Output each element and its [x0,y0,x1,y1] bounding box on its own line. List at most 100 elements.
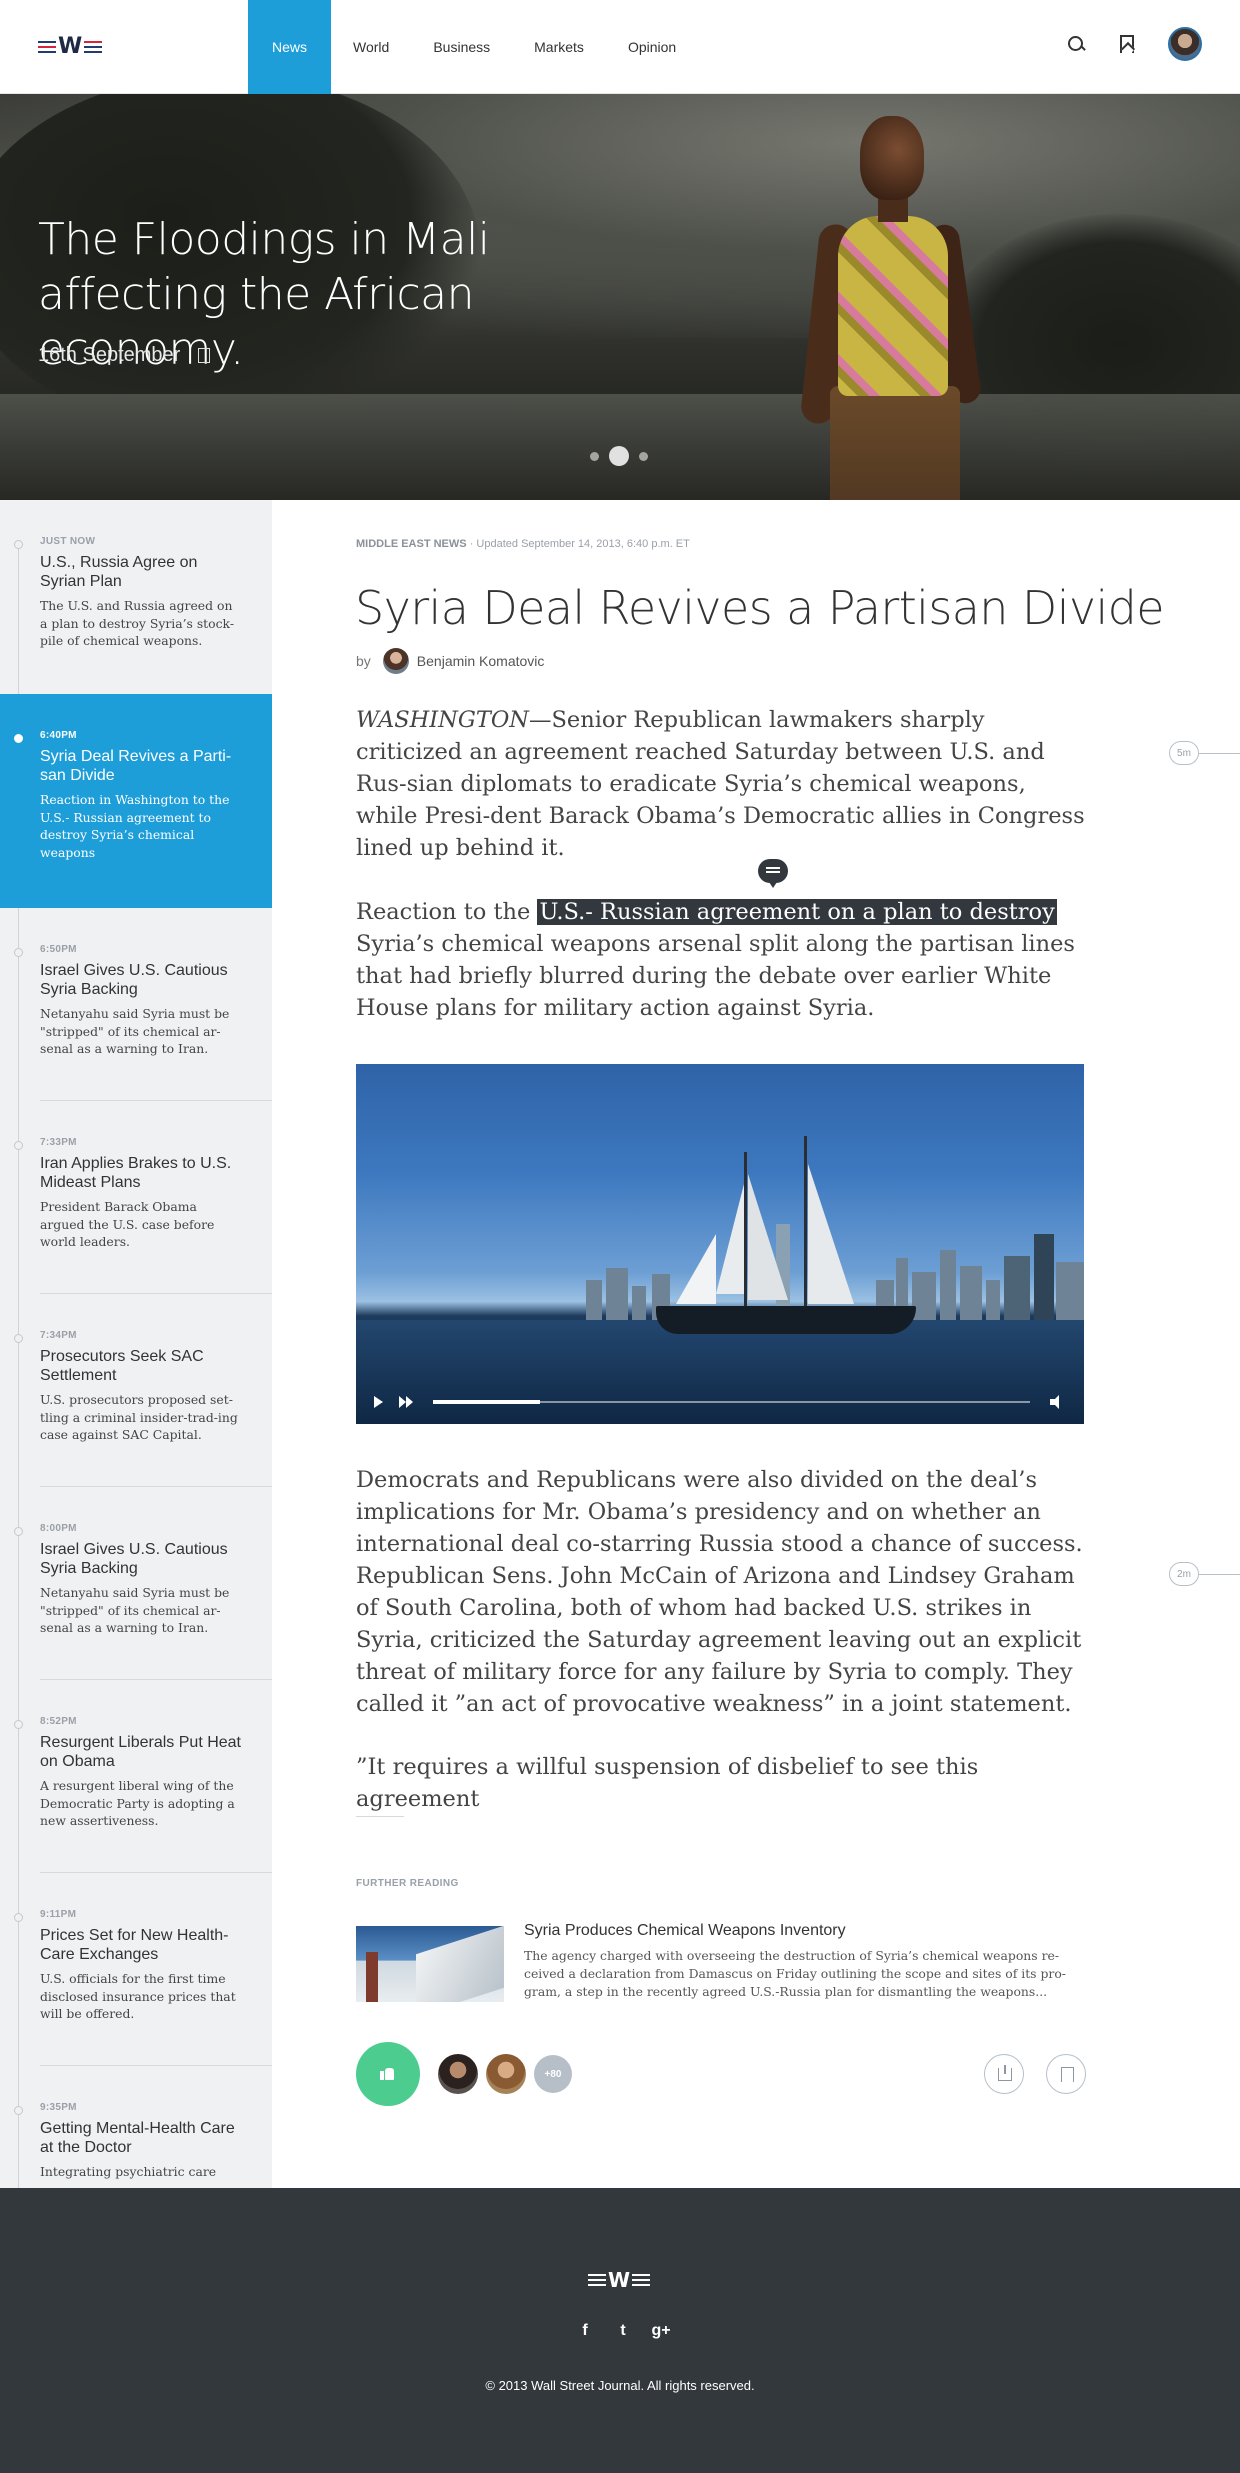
timeline-summary: Netanyahu said Syria must be "stripped" … [40,1006,230,1056]
news-timeline-sidebar: Just now U.S., Russia Agree on Syrian Pl… [0,500,272,2188]
user-avatar[interactable] [1168,27,1202,61]
article-paragraph-3: Democrats and Republicans were also divi… [356,1467,1083,1717]
video-controls [356,1380,1084,1424]
article-paragraph-1: WASHINGTON—Senior Republican lawmakers s… [356,704,1086,864]
timeline-dot [14,2106,23,2115]
paragraph-2-end: Syria’s chemical weapons arsenal split a… [356,931,1075,1021]
tab-opinion[interactable]: Opinion [606,0,698,94]
reading-time-marker: 5m [1169,741,1240,765]
timeline-item[interactable]: 9:35PM Getting Mental-Health Care at the… [0,2066,272,2181]
article-section[interactable]: Middle East News [356,538,467,550]
tab-news[interactable]: News [248,0,332,94]
site-logo[interactable]: W [38,36,104,58]
timeline-item[interactable]: 6:50PM Israel Gives U.S. Cautious Syria … [0,908,272,1058]
volume-icon[interactable] [1050,1395,1066,1409]
tab-world[interactable]: World [331,0,411,94]
timeline-item-active[interactable]: 6:40PM Syria Deal Revives a Parti-san Di… [0,694,272,908]
timeline-dot [14,1913,23,1922]
author-name[interactable]: Benjamin Komatovic [417,653,545,669]
article-paragraph-2: Reaction to the U.S.- Russian agreement … [356,896,1086,1024]
more-likes-badge[interactable]: +80 [534,2055,572,2093]
timeline-dot [14,1527,23,1536]
timeline-summary: Reaction in Washington to the U.S.- Russ… [40,792,230,860]
timeline-headline: Getting Mental-Health Care at the Doctor [40,2120,235,2156]
logo-stripes-left [38,41,56,53]
facebook-icon[interactable]: f [575,2322,595,2340]
byline-label: by [356,653,371,669]
share-icon[interactable] [984,2054,1024,2094]
timeline-summary: President Barack Obama argued the U.S. c… [40,1199,215,1249]
timeline-headline: Syria Deal Revives a Parti-san Divide [40,748,232,784]
hero-carousel[interactable]: The Floodings in Mali affecting the Afri… [0,94,1240,500]
twitter-icon[interactable]: t [613,2322,633,2340]
timeline-headline: U.S., Russia Agree on Syrian Plan [40,554,198,590]
copyright: © 2013 Wall Street Journal. All rights r… [485,2378,755,2393]
timeline-time: 9:35PM [40,2102,77,2113]
avatar[interactable] [438,2054,478,2094]
paragraph-2-start: Reaction to the [356,899,538,925]
timeline-item[interactable]: 8:00PM Israel Gives U.S. Cautious Syria … [0,1487,272,1637]
timeline-dot [14,1334,23,1343]
carousel-dots [590,446,648,466]
video-progress-bar[interactable] [433,1400,1030,1404]
fast-forward-icon[interactable] [399,1396,413,1408]
timeline-dot [14,1720,23,1729]
search-icon[interactable] [1066,34,1086,54]
thumbs-up-icon [380,2068,394,2080]
logo-letter: W [58,34,83,59]
bookmark-icon[interactable] [1120,35,1134,53]
top-navigation-bar: W News World Business Markets Opinion [0,0,1240,94]
timeline-time: 9:11PM [40,1909,77,1920]
main-nav: News World Business Markets Opinion [248,0,698,94]
google-plus-icon[interactable]: g+ [651,2322,671,2340]
timeline-dot [14,540,23,549]
highlighted-text[interactable]: U.S.- Russian agreement on a plan to des… [537,899,1057,925]
footer-logo[interactable]: W [588,2268,651,2292]
article-meta: Middle East News · Updated September 14,… [356,538,690,550]
further-reading-title[interactable]: Syria Produces Chemical Weapons Inventor… [524,1922,846,1940]
timeline-summary: Integrating psychiatric care [40,2164,217,2179]
timeline-time: 7:34PM [40,1330,77,1341]
reading-time-marker: 2m [1169,1562,1240,1586]
carousel-dot-2[interactable] [609,446,629,466]
video-player[interactable] [356,1064,1084,1424]
timeline-item[interactable]: Just now U.S., Russia Agree on Syrian Pl… [0,500,272,650]
timeline-headline: Prosecutors Seek SAC Settlement [40,1348,204,1384]
carousel-dot-1[interactable] [590,451,599,461]
tab-business[interactable]: Business [411,0,512,94]
social-links: f t g+ [575,2322,671,2340]
timeline-item[interactable]: 7:34PM Prosecutors Seek SAC Settlement U… [0,1294,272,1444]
like-button[interactable] [356,2042,420,2106]
timeline-headline: Israel Gives U.S. Cautious Syria Backing [40,962,228,998]
timeline-summary: Netanyahu said Syria must be "stripped" … [40,1585,230,1635]
tab-markets[interactable]: Markets [512,0,606,94]
footer-logo-letter: W [608,2268,631,2292]
play-icon[interactable] [374,1396,383,1408]
avatar[interactable] [486,2054,526,2094]
timeline-item[interactable]: 7:33PM Iran Applies Brakes to U.S. Midea… [0,1101,272,1251]
video-ship-hull [656,1306,916,1334]
meta-separator: · [469,538,474,550]
timeline-time: 8:52PM [40,1716,77,1727]
logo-stripes-right [84,41,103,53]
timeline-item[interactable]: 9:11PM Prices Set for New Health-Care Ex… [0,1873,272,2023]
timeline-headline: Israel Gives U.S. Cautious Syria Backing [40,1541,228,1577]
timeline-time: 7:33PM [40,1137,77,1148]
timeline-headline: Prices Set for New Health-Care Exchanges [40,1927,229,1963]
carousel-dot-3[interactable] [639,451,648,461]
timeline-item[interactable]: 8:52PM Resurgent Liberals Put Heat on Ob… [0,1680,272,1830]
byline: by Benjamin Komatovic [356,648,544,674]
author-avatar[interactable] [382,648,409,674]
timeline-time: Just now [40,536,96,547]
footer: W f t g+ © 2013 Wall Street Journal. All… [0,2188,1240,2473]
timeline-summary: A resurgent liberal wing of the Democrat… [40,1778,235,1828]
article-actions [984,2054,1086,2094]
bookmark-icon[interactable] [1046,2054,1086,2094]
timeline-time: 8:00PM [40,1523,77,1534]
comment-icon[interactable] [758,859,788,888]
further-reading-thumbnail[interactable] [356,1926,504,2002]
timeline-summary: U.S. prosecutors proposed set-tling a cr… [40,1392,238,1442]
footer-logo-stripes-right [632,2274,651,2286]
hero-bookmark-icon[interactable] [198,348,211,363]
timeline-headline: Iran Applies Brakes to U.S. Mideast Plan… [40,1155,232,1191]
